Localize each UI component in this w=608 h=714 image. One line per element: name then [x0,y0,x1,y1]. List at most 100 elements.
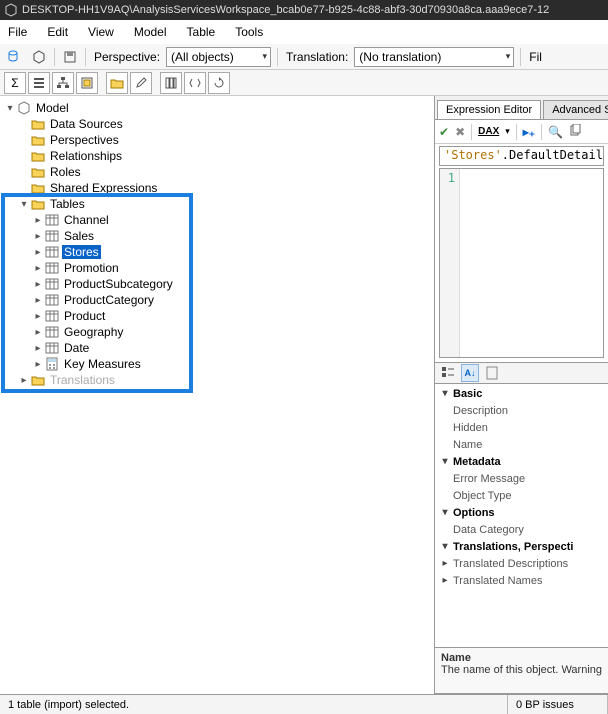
prop-item-object-type[interactable]: Object Type [435,487,608,504]
collapse-icon[interactable]: ▾ [439,507,451,518]
folder-icon [30,181,46,195]
tree-table-geography[interactable]: ▸ Geography [2,324,432,340]
alphabetical-icon[interactable]: A↓ [461,364,479,382]
menu-file[interactable]: File [8,25,27,39]
tree-folder-relationships[interactable]: Relationships [2,148,432,164]
expand-icon[interactable] [18,119,30,130]
tab-advanced-scripting[interactable]: Advanced S [543,100,608,119]
menu-view[interactable]: View [88,25,114,39]
translation-combo[interactable]: (No translation)▾ [354,47,514,67]
expression-toolbar: ✔ ✖ DAX ▾ ▸₊ 🔍 [435,120,608,144]
tree-table-product[interactable]: ▸Product [2,308,432,324]
prop-item-hidden[interactable]: Hidden [435,419,608,436]
prop-item-translated-names[interactable]: ▸Translated Names [435,572,608,589]
deploy-icon[interactable] [30,48,48,66]
tree-translations-folder[interactable]: ▸ Translations [2,372,432,388]
list-icon[interactable] [28,72,50,94]
refresh-icon[interactable] [208,72,230,94]
tree-pane[interactable]: ▾ Model Data Sources Perspectives Relati… [0,96,435,694]
accept-icon[interactable]: ✔ [439,125,449,139]
expand-icon[interactable]: ▸ [32,327,44,338]
folder-icon[interactable] [106,72,128,94]
expand-icon[interactable]: ▸ [32,279,44,290]
script-icon[interactable] [184,72,206,94]
folder-icon [30,117,46,131]
prop-item-translated-descriptions[interactable]: ▸Translated Descriptions [435,555,608,572]
expand-icon[interactable]: ▸ [439,575,451,586]
tree-table-sales[interactable]: ▸Sales [2,228,432,244]
tree-table-stores[interactable]: ▸Stores [2,244,432,260]
collapse-icon[interactable]: ▾ [439,456,451,467]
tree-folder-roles[interactable]: Roles [2,164,432,180]
collapse-icon[interactable]: ▾ [439,541,451,552]
prop-item-error-message[interactable]: Error Message [435,470,608,487]
collapse-icon[interactable]: ▾ [439,388,451,399]
expand-icon[interactable] [18,167,30,178]
tree-model-root[interactable]: ▾ Model [2,100,432,116]
expand-icon[interactable] [18,151,30,162]
prop-category-translations-perspecti[interactable]: ▾Translations, Perspecti [435,538,608,555]
tree-table-key-measures[interactable]: ▸Key Measures [2,356,432,372]
hierarchy-icon[interactable] [52,72,74,94]
code-editor[interactable]: 1 [439,168,604,358]
expression-header[interactable]: 'Stores'.DefaultDetail [439,146,604,166]
search-icon[interactable]: 🔍 [548,125,563,139]
folder-icon [30,165,46,179]
expand-icon[interactable]: ▸ [32,295,44,306]
tree-table-channel[interactable]: ▸Channel [2,212,432,228]
tree-table-date[interactable]: ▸Date [2,340,432,356]
prop-item-data-category[interactable]: Data Category [435,521,608,538]
edit-icon[interactable] [130,72,152,94]
prop-category-options[interactable]: ▾Options [435,504,608,521]
chevron-down-icon[interactable]: ▾ [505,126,510,137]
dax-label[interactable]: DAX [478,126,499,137]
expand-icon[interactable]: ▸ [18,375,30,386]
tab-expression-editor[interactable]: Expression Editor [437,100,541,119]
tree-table-productcategory[interactable]: ▸ProductCategory [2,292,432,308]
tree-folder-perspectives[interactable]: Perspectives [2,132,432,148]
menu-tools[interactable]: Tools [235,25,263,39]
menu-edit[interactable]: Edit [47,25,68,39]
expand-icon[interactable]: ▸ [32,215,44,226]
tree-folder-sharedExpr[interactable]: Shared Expressions [2,180,432,196]
prop-item-description[interactable]: Description [435,402,608,419]
partition-icon[interactable] [76,72,98,94]
prop-category-basic[interactable]: ▾Basic [435,385,608,402]
collapse-icon[interactable]: ▾ [18,199,30,210]
expand-icon[interactable]: ▸ [32,343,44,354]
table-icon [44,357,60,371]
collapse-icon[interactable]: ▾ [4,103,16,114]
table-icon [44,261,60,275]
expand-icon[interactable] [18,135,30,146]
properties-grid[interactable]: ▾Basic Description HiddenName▾MetadataErro… [435,384,608,648]
tree-tables-folder[interactable]: ▾ Tables [2,196,432,212]
copy-icon[interactable] [569,124,582,140]
expand-icon[interactable]: ▸ [32,263,44,274]
perspective-combo[interactable]: (All objects)▾ [166,47,271,67]
measure-icon[interactable]: Σ [4,72,26,94]
categorized-icon[interactable] [439,364,457,382]
tree-label: Geography [62,325,125,339]
columns-icon[interactable] [160,72,182,94]
prop-category-metadata[interactable]: ▾Metadata [435,453,608,470]
cancel-icon[interactable]: ✖ [455,125,465,139]
expand-icon[interactable]: ▸ [32,231,44,242]
menu-table[interactable]: Table [187,25,216,39]
tree-table-promotion[interactable]: ▸Promotion [2,260,432,276]
expand-icon[interactable] [18,183,30,194]
expand-icon[interactable]: ▸ [439,558,451,569]
properties-help: Name The name of this object. Warning [435,648,608,694]
expand-icon[interactable]: ▸ [32,359,44,370]
expand-icon[interactable]: ▸ [32,311,44,322]
tree-folder-dataSources[interactable]: Data Sources [2,116,432,132]
add-icon[interactable]: ▸₊ [523,125,535,139]
database-connect-icon[interactable] [6,48,24,66]
prop-label: Description [451,405,508,417]
code-body[interactable] [460,169,603,357]
save-icon[interactable] [61,48,79,66]
menu-model[interactable]: Model [134,25,167,39]
prop-item-name[interactable]: Name [435,436,608,453]
expand-icon[interactable]: ▸ [32,247,44,258]
property-page-icon[interactable] [483,364,501,382]
tree-table-productsubcategory[interactable]: ▸ProductSubcategory [2,276,432,292]
